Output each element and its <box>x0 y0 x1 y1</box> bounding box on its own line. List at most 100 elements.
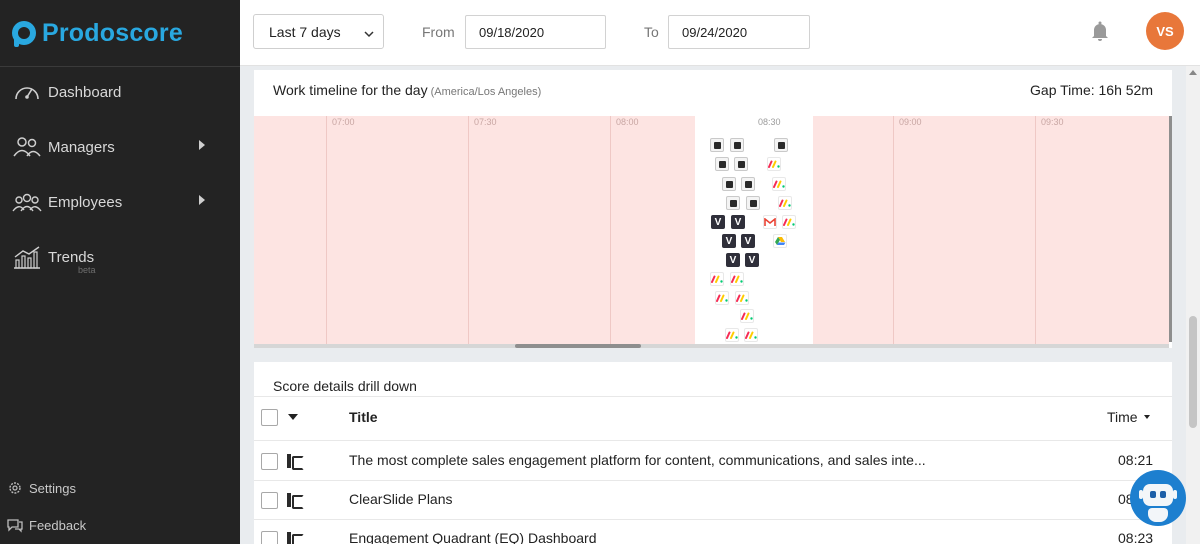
bulk-actions-caret-icon[interactable] <box>288 414 298 420</box>
from-date-input[interactable]: 09/18/2020 <box>465 15 606 49</box>
robot-eye <box>1150 491 1156 498</box>
prodoscore-logo-icon <box>12 21 36 47</box>
page-scrollbar[interactable] <box>1186 66 1200 544</box>
divider <box>254 396 1172 397</box>
gridline <box>468 116 469 344</box>
sidebar-item-label: Employees <box>48 193 123 211</box>
gmail-icon[interactable] <box>763 215 777 229</box>
sidebar-item-settings[interactable]: Settings <box>6 477 76 499</box>
robot-ear <box>1173 490 1177 499</box>
top-header: Last 7 days From 09/18/2020 To 09/24/202… <box>240 0 1200 66</box>
column-header-title[interactable]: Title <box>349 409 378 425</box>
monday-icon[interactable] <box>735 291 749 305</box>
sort-caret-icon[interactable] <box>1144 415 1150 419</box>
clearslide-icon <box>287 532 304 544</box>
date-range-select[interactable]: Last 7 days <box>253 14 384 49</box>
gridline <box>610 116 611 344</box>
chevron-right-icon <box>199 195 205 205</box>
monday-icon[interactable] <box>740 309 754 323</box>
timeline-title: Work timeline for the day (America/Los An… <box>273 82 541 98</box>
clearslide-icon[interactable] <box>710 138 724 152</box>
row-title[interactable]: ClearSlide Plans <box>349 491 453 507</box>
row-checkbox[interactable] <box>261 453 278 470</box>
clearslide-icon[interactable] <box>722 177 736 191</box>
sidebar-item-label: Managers <box>48 138 115 156</box>
timezone-label: (America/Los Angeles) <box>430 86 542 98</box>
monday-icon[interactable] <box>725 328 739 342</box>
clearslide-icon <box>287 493 304 509</box>
to-label: To <box>644 24 659 40</box>
robot-eye <box>1160 491 1166 498</box>
divider <box>254 440 1172 441</box>
vidyard-icon[interactable]: V <box>741 234 755 248</box>
timeline-plot[interactable]: 07:00 07:30 08:00 08:30 09:00 09:30 V V … <box>254 116 1169 344</box>
timeline-title-text: Work timeline for the day <box>273 82 428 98</box>
row-checkbox[interactable] <box>261 492 278 509</box>
clearslide-icon[interactable] <box>774 138 788 152</box>
row-checkbox[interactable] <box>261 531 278 544</box>
to-date-input[interactable]: 09/24/2020 <box>668 15 810 49</box>
feedback-icon <box>6 517 24 533</box>
score-details-card: Score details drill down Title Time The … <box>254 362 1172 544</box>
gridline <box>893 116 894 344</box>
trends-icon <box>12 244 42 270</box>
clearslide-icon[interactable] <box>741 177 755 191</box>
brand-name: Prodoscore <box>42 18 183 47</box>
sidebar-item-trends[interactable]: Trends beta <box>0 235 240 279</box>
column-header-time[interactable]: Time <box>1107 409 1138 425</box>
gridline <box>1035 116 1036 344</box>
robot-body <box>1148 508 1168 522</box>
timeline-scrollbar-thumb[interactable] <box>515 344 641 348</box>
divider <box>254 519 1172 520</box>
vidyard-icon[interactable]: V <box>726 253 740 267</box>
tick-label: 07:30 <box>474 117 497 127</box>
timeline-vertical-scrollbar[interactable] <box>1169 116 1172 342</box>
employees-icon <box>12 189 42 215</box>
sidebar-item-employees[interactable]: Employees <box>0 180 240 224</box>
clearslide-icon[interactable] <box>715 157 729 171</box>
sidebar-item-managers[interactable]: Managers <box>0 125 240 169</box>
gap-time-label: Gap Time: 16h 52m <box>1030 82 1153 98</box>
monday-icon[interactable] <box>715 291 729 305</box>
gauge-icon <box>12 79 42 105</box>
vidyard-icon[interactable]: V <box>722 234 736 248</box>
monday-icon[interactable] <box>772 177 786 191</box>
robot-icon <box>1143 484 1173 506</box>
monday-icon[interactable] <box>778 196 792 210</box>
timeline-horizontal-scrollbar[interactable] <box>254 344 1169 348</box>
google-drive-icon[interactable] <box>773 234 787 248</box>
tick-label: 09:00 <box>899 117 922 127</box>
row-title[interactable]: The most complete sales engagement platf… <box>349 452 926 468</box>
sidebar: Prodoscore Dashboard Managers Employees … <box>0 0 240 544</box>
gridline <box>326 116 327 344</box>
select-all-checkbox[interactable] <box>261 409 278 426</box>
brand-logo[interactable]: Prodoscore <box>12 16 183 50</box>
monday-icon[interactable] <box>710 272 724 286</box>
tick-label: 09:30 <box>1041 117 1064 127</box>
row-title[interactable]: Engagement Quadrant (EQ) Dashboard <box>349 530 596 544</box>
scroll-up-arrow-icon[interactable] <box>1189 70 1197 75</box>
monday-icon[interactable] <box>782 215 796 229</box>
chevron-right-icon <box>199 140 205 150</box>
vidyard-icon[interactable]: V <box>731 215 745 229</box>
monday-icon[interactable] <box>744 328 758 342</box>
divider <box>254 480 1172 481</box>
clearslide-icon[interactable] <box>730 138 744 152</box>
vidyard-icon[interactable]: V <box>711 215 725 229</box>
monday-icon[interactable] <box>730 272 744 286</box>
date-range-value: Last 7 days <box>269 23 341 40</box>
vidyard-icon[interactable]: V <box>745 253 759 267</box>
clearslide-icon[interactable] <box>734 157 748 171</box>
beta-badge: beta <box>78 265 96 275</box>
monday-icon[interactable] <box>767 157 781 171</box>
sidebar-item-dashboard[interactable]: Dashboard <box>0 70 240 114</box>
work-timeline-card: Work timeline for the day (America/Los An… <box>254 70 1172 348</box>
clearslide-icon[interactable] <box>746 196 760 210</box>
page-scrollbar-thumb[interactable] <box>1189 316 1197 428</box>
sidebar-item-feedback[interactable]: Feedback <box>6 514 86 536</box>
chatbot-button[interactable] <box>1130 470 1186 526</box>
clearslide-icon[interactable] <box>726 196 740 210</box>
gear-icon <box>6 480 24 496</box>
bell-icon[interactable] <box>1090 20 1110 42</box>
avatar[interactable]: VS <box>1146 12 1184 50</box>
